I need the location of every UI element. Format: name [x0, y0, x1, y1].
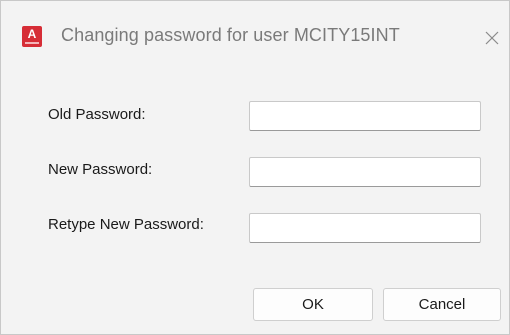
- retype-new-password-field[interactable]: [249, 213, 481, 243]
- close-button[interactable]: [475, 21, 509, 55]
- password-dialog: A Changing password for user MCITY15INT …: [0, 0, 510, 335]
- new-password-label: New Password:: [48, 161, 153, 178]
- retype-new-password-label: Retype New Password:: [48, 216, 204, 233]
- new-password-field[interactable]: [249, 157, 481, 187]
- app-icon-letter: A: [27, 27, 37, 41]
- app-icon-stripe: [25, 42, 39, 44]
- title-bar: A Changing password for user MCITY15INT: [1, 1, 509, 71]
- cancel-button[interactable]: Cancel: [383, 288, 501, 321]
- old-password-field[interactable]: [249, 101, 481, 131]
- close-icon: [485, 31, 499, 45]
- window-title: Changing password for user MCITY15INT: [61, 25, 400, 45]
- ok-button[interactable]: OK: [253, 288, 373, 321]
- autodesk-a-icon: A: [22, 26, 42, 47]
- old-password-label: Old Password:: [48, 106, 146, 123]
